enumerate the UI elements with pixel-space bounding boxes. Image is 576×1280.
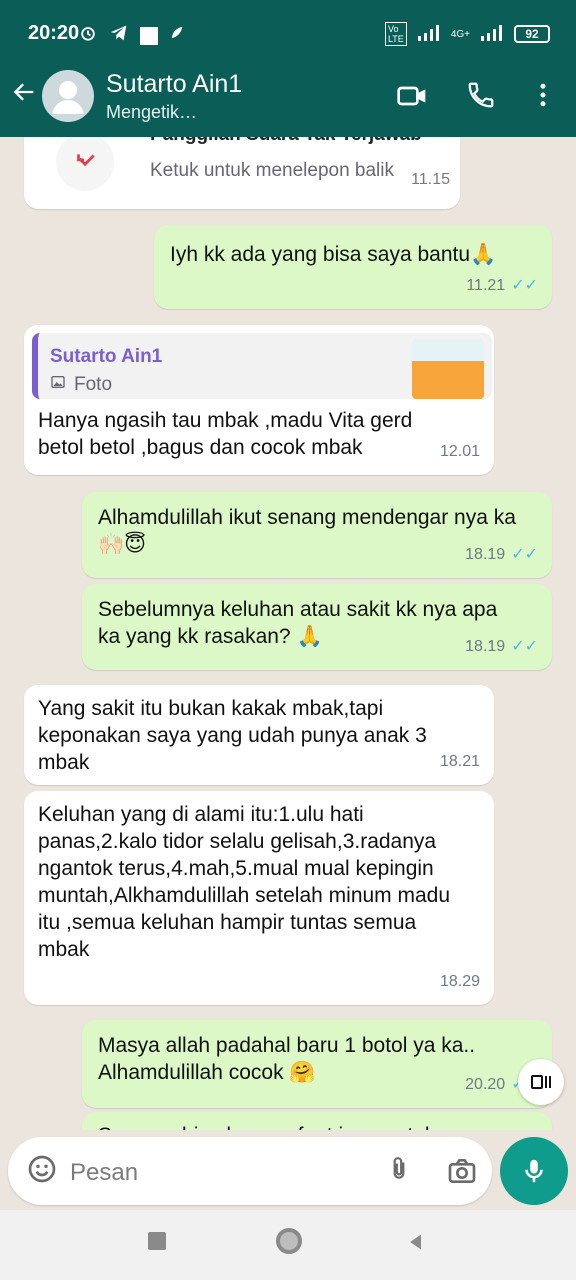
- message-outgoing[interactable]: Semoga bisa bermanfaat juga untuk: [82, 1112, 552, 1130]
- message-input[interactable]: Pesan: [70, 1159, 138, 1187]
- recent-apps-button[interactable]: [148, 1232, 166, 1250]
- message-text: Yang sakit itu bukan kakak mbak,tapi kep…: [38, 697, 427, 774]
- chat-header: Sutarto Ain1 Mengetik…: [0, 60, 576, 137]
- message-time: 18.19: [465, 546, 506, 563]
- signal-icon-2: [480, 24, 504, 44]
- photo-thumbnail[interactable]: [412, 339, 484, 399]
- message-meta: 12.01: [440, 438, 480, 465]
- contact-typing-status: Mengetik…: [106, 102, 198, 122]
- status-time: 20:20: [28, 22, 80, 44]
- back-navigation-button[interactable]: [406, 1232, 426, 1257]
- voice-message-button[interactable]: [500, 1137, 568, 1205]
- read-receipt-icon: ✓✓: [511, 638, 538, 655]
- message-incoming[interactable]: Yang sakit itu bukan kakak mbak,tapi kep…: [24, 685, 494, 785]
- chat-area[interactable]: Panggilan Suara Tak Terjawab Ketuk untuk…: [0, 137, 576, 1130]
- network-type: 4G+: [450, 28, 470, 40]
- message-text: Masya allah padahal baru 1 botol ya ka..…: [98, 1034, 476, 1084]
- volte-icon: Vo LTE: [384, 22, 407, 46]
- message-time: 11.21: [466, 277, 506, 294]
- contact-name[interactable]: Sutarto Ain1: [106, 70, 242, 99]
- voice-call-button[interactable]: [466, 80, 500, 114]
- quoted-sender: Sutarto Ain1: [50, 346, 163, 367]
- message-incoming[interactable]: Keluhan yang di alami itu:1.ulu hati pan…: [24, 791, 494, 1005]
- telegram-icon: [108, 22, 130, 49]
- camera-button[interactable]: [446, 1155, 478, 1192]
- message-time: 20.20: [465, 1076, 506, 1093]
- app-header: 20:20 Vo LTE 4G+ 92 Sutarto Ain1 Mengeti…: [0, 0, 576, 137]
- more-options-button[interactable]: [528, 80, 562, 114]
- call-subtitle: Ketuk untuk menelepon balik: [150, 160, 394, 181]
- missed-call-card[interactable]: Panggilan Suara Tak Terjawab Ketuk untuk…: [24, 137, 460, 209]
- video-call-button[interactable]: [396, 80, 430, 114]
- message-outgoing[interactable]: Masya allah padahal baru 1 botol ya ka..…: [82, 1020, 552, 1108]
- emoji-button[interactable]: [26, 1153, 58, 1190]
- scroll-down-button[interactable]: [518, 1059, 564, 1105]
- status-icons-right: Vo LTE 4G+ 92: [384, 22, 550, 46]
- white-square-icon: [140, 26, 158, 45]
- avatar[interactable]: [42, 70, 94, 122]
- message-text: Hanya ngasih tau mbak ,madu Vita gerd be…: [38, 409, 413, 459]
- message-incoming[interactable]: Sutarto Ain1 Foto Hanya ngasih tau mbak …: [24, 325, 494, 475]
- message-outgoing[interactable]: Sebelumnya keluhan atau sakit kk nya apa…: [82, 584, 552, 670]
- read-receipt-icon: ✓✓: [511, 546, 538, 563]
- message-text: Sebelumnya keluhan atau sakit kk nya apa…: [98, 598, 498, 648]
- message-outgoing[interactable]: Alhamdulillah ikut senang mendengar nya …: [82, 492, 552, 578]
- call-title: Panggilan Suara Tak Terjawab: [150, 137, 422, 148]
- alarm-icon: [78, 23, 98, 48]
- message-time: 18.29: [439, 973, 480, 990]
- battery-indicator: 92: [514, 25, 550, 43]
- message-text: Keluhan yang di alami itu:1.ulu hati pan…: [38, 803, 451, 961]
- quoted-type-label: Foto: [74, 374, 113, 395]
- missed-call-icon: [56, 137, 114, 191]
- message-meta: 18.21: [440, 748, 480, 775]
- message-text: Iyh kk ada yang bisa saya bantu🙏: [170, 243, 497, 266]
- message-time: 18.19: [465, 638, 506, 655]
- back-button[interactable]: [10, 78, 40, 118]
- system-navigation-bar: [0, 1210, 576, 1280]
- call-time: 11.15: [411, 171, 450, 188]
- message-outgoing[interactable]: Iyh kk ada yang bisa saya bantu🙏 11.21 ✓…: [154, 225, 552, 309]
- home-button[interactable]: [276, 1228, 302, 1254]
- message-time: 12.01: [439, 443, 480, 460]
- message-text: Semoga bisa bermanfaat juga untuk: [98, 1122, 538, 1130]
- message-meta: 11.21 ✓✓: [466, 272, 538, 299]
- message-meta: 18.19 ✓✓: [465, 633, 538, 660]
- message-meta: 18.29: [440, 968, 480, 995]
- message-meta: 18.19 ✓✓: [465, 541, 538, 568]
- message-composer[interactable]: Pesan: [8, 1137, 492, 1205]
- message-time: 18.21: [439, 753, 480, 770]
- quoted-message[interactable]: Sutarto Ain1 Foto: [32, 333, 492, 399]
- attach-button[interactable]: [386, 1153, 412, 1190]
- quoted-type: Foto: [50, 371, 112, 398]
- signal-icon: [417, 24, 441, 44]
- photo-icon: [50, 371, 66, 398]
- read-receipt-icon: ✓✓: [511, 277, 538, 294]
- feather-icon: [168, 24, 186, 47]
- status-icons-left: [78, 22, 186, 49]
